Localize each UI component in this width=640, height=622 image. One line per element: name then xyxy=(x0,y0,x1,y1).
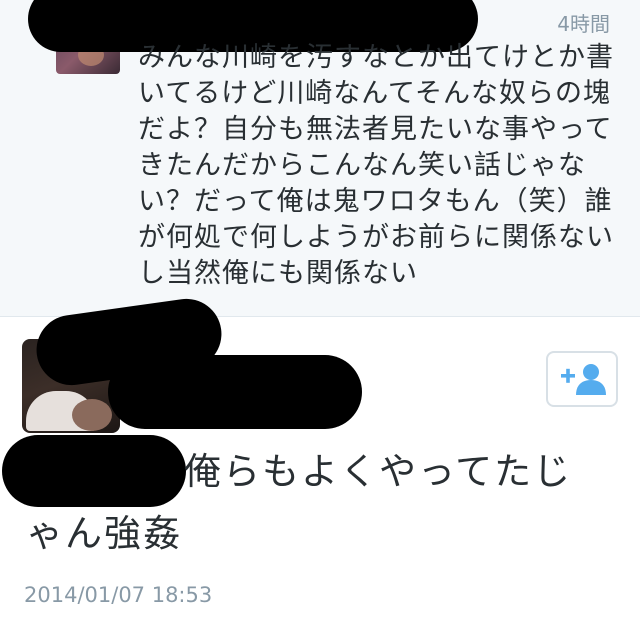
tweet-time: 4時間 xyxy=(557,12,610,36)
add-user-icon xyxy=(561,364,606,395)
tweet-text: 俺らもよくやってたじゃん強姦 xyxy=(26,450,573,555)
main-tweet[interactable]: 俺らもよくやってたじゃん強姦 2014/01/07 18:53 xyxy=(0,294,640,622)
redaction-mark xyxy=(108,355,362,429)
follow-button[interactable] xyxy=(546,351,618,407)
reply-tweet[interactable]: 4時間 みんな川崎を汚すなとか出てけとか書いてるけど川崎なんてそんな奴らの塊だよ… xyxy=(0,0,640,317)
tweet-timestamp: 2014/01/07 18:53 xyxy=(24,583,213,607)
tweet-text: みんな川崎を汚すなとか出てけとか書いてるけど川崎なんてそんな奴らの塊だよ？自分も… xyxy=(138,42,614,289)
